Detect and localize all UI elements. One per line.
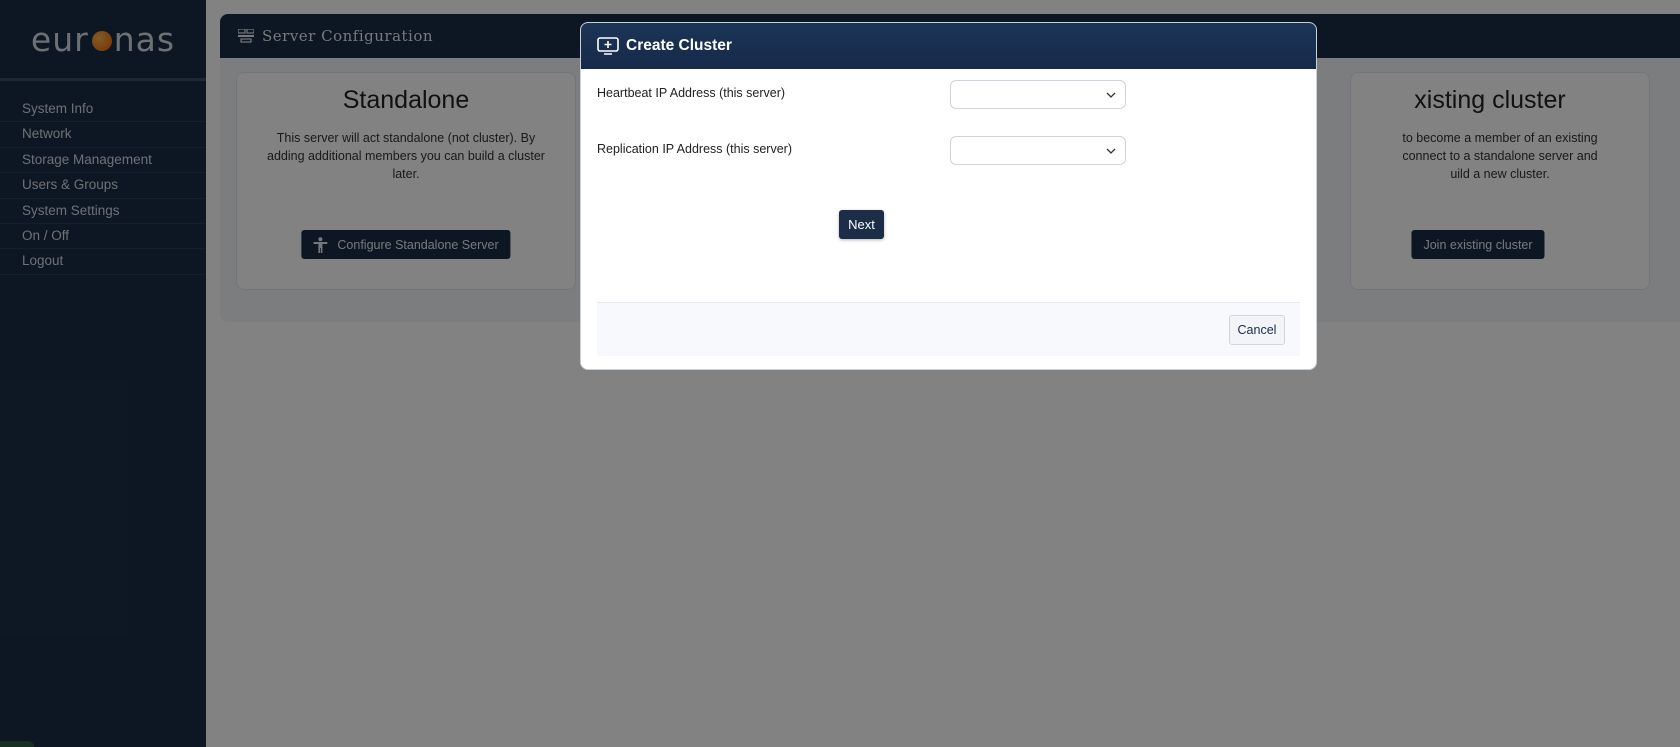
heartbeat-label: Heartbeat IP Address (this server) — [597, 86, 786, 100]
cancel-button[interactable]: Cancel — [1229, 315, 1285, 345]
replication-label: Replication IP Address (this server) — [597, 142, 792, 156]
dialog-header: Create Cluster — [581, 23, 1316, 69]
replication-ip-select[interactable] — [950, 136, 1126, 165]
create-cluster-dialog: Create Cluster Heartbeat IP Address (thi… — [580, 22, 1317, 370]
next-button[interactable]: Next — [839, 210, 884, 239]
chevron-down-icon — [1106, 148, 1116, 154]
dialog-title: Create Cluster — [626, 37, 732, 54]
dialog-footer: Cancel — [597, 302, 1300, 356]
add-screen-icon — [597, 37, 619, 55]
heartbeat-ip-select[interactable] — [950, 80, 1126, 109]
chevron-down-icon — [1106, 92, 1116, 98]
